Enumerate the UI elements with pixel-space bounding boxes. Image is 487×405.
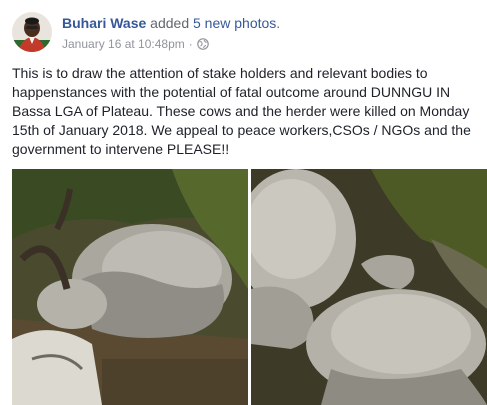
author-name-link[interactable]: Buhari Wase [62,15,146,31]
post-header: Buhari Wase added 5 new photos. [62,14,280,32]
globe-icon[interactable] [196,38,209,50]
feed-post: Buhari Wase added 5 new photos. January … [0,0,487,405]
post-photo-2[interactable] [251,169,487,405]
avatar[interactable] [12,12,52,52]
post-photo-1[interactable] [12,169,248,405]
post-body-text: This is to draw the attention of stake h… [12,65,471,157]
post-action-suffix: . [276,15,281,31]
avatar-image [12,12,52,52]
photos-count-link[interactable]: 5 new photos [193,15,276,31]
photo-dead-cow-left [12,169,248,405]
photo-dead-cow-right [251,169,487,405]
post-action-text: added [150,15,190,31]
post-timestamp-link[interactable]: January 16 at 10:48pm [62,36,185,52]
post-meta: January 16 at 10:48pm · [62,36,209,52]
meta-separator: · [188,37,193,51]
